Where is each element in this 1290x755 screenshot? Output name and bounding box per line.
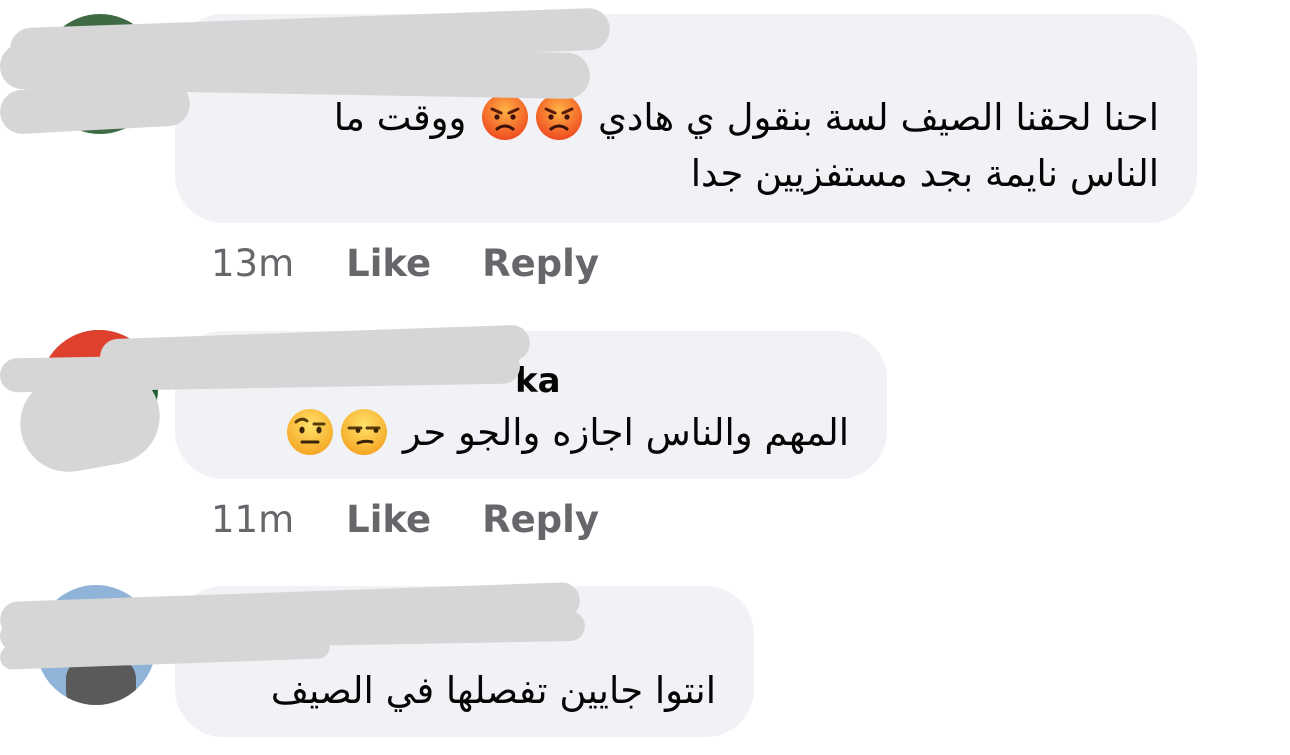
comment-text-line: انتوا جايين تفصلها في الصيف	[271, 668, 716, 714]
comment-text: انتوا جايين تفصلها في الصيف	[270, 669, 716, 712]
comment-text: المهم والناس اجازه والجو حر	[402, 411, 849, 454]
angry-face-emoji-icon	[536, 94, 583, 140]
comment-time[interactable]: 11m	[211, 498, 294, 541]
comment-text-line: احنا لحقنا الصيف لسة بنقول ي هادي ووقت م…	[334, 92, 1159, 142]
comment-text-line: الناس نايمة بجد مستفزيين جدا	[691, 151, 1159, 197]
comment-text: الناس نايمة بجد مستفزيين جدا	[690, 152, 1159, 195]
comment-text-tail: ووقت ما	[333, 96, 467, 139]
comment-text-line: المهم والناس اجازه والجو حر	[283, 407, 849, 457]
like-button[interactable]: Like	[346, 498, 431, 541]
reply-button[interactable]: Reply	[482, 498, 599, 541]
like-button[interactable]: Like	[346, 242, 431, 285]
comment-meta: 11m Like Reply	[211, 496, 599, 542]
reply-button[interactable]: Reply	[482, 242, 599, 285]
raised-eyebrow-face-emoji-icon	[287, 409, 334, 455]
comment-time[interactable]: 13m	[211, 242, 294, 285]
unamused-face-emoji-icon	[341, 409, 388, 455]
comment-text: احنا لحقنا الصيف لسة بنقول ي هادي	[597, 96, 1159, 139]
comment-meta: 13m Like Reply	[211, 240, 599, 286]
angry-face-emoji-icon	[482, 94, 529, 140]
redaction-mark	[0, 81, 192, 135]
comment-author[interactable]: ka	[515, 361, 561, 401]
